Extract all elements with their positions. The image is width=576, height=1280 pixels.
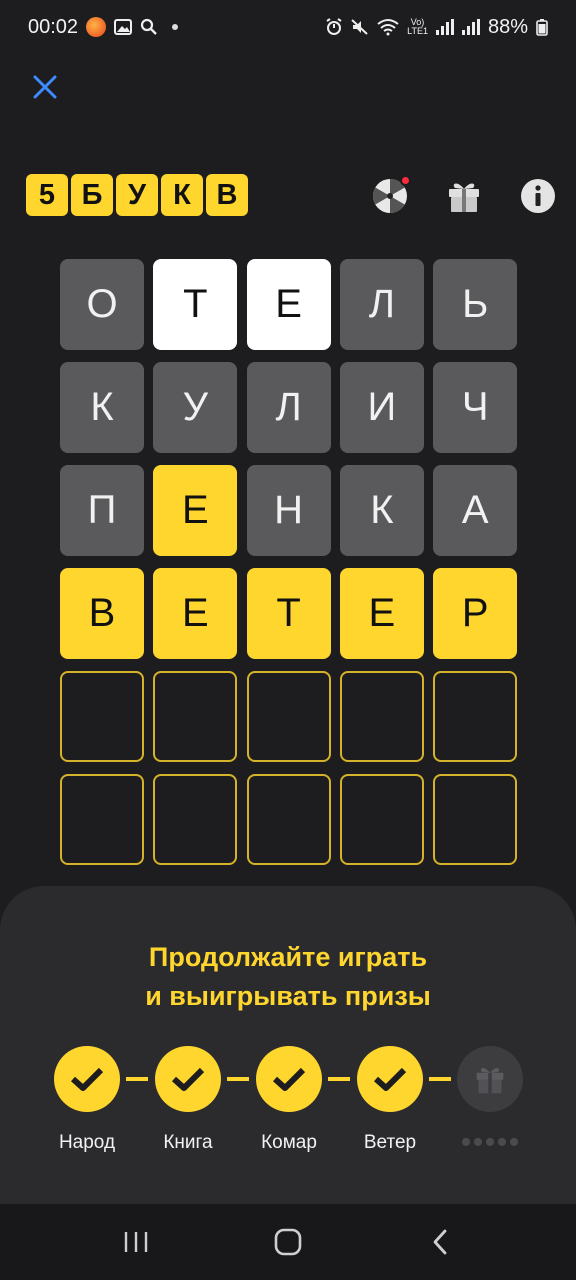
app-notification-icon <box>86 17 107 37</box>
grid-cell: О <box>60 259 144 350</box>
back-button[interactable] <box>410 1217 470 1267</box>
step-label: Ветер <box>363 1132 417 1153</box>
wheel-button[interactable] <box>370 175 411 216</box>
hidden-word-placeholder <box>462 1138 518 1146</box>
system-navigation-bar <box>0 1204 576 1280</box>
check-icon <box>70 1067 104 1091</box>
grid-cell: Е <box>153 465 238 556</box>
grid-cell: Ь <box>433 259 518 350</box>
grid-cell: А <box>433 465 518 556</box>
alarm-icon <box>325 18 343 36</box>
notification-dot <box>400 175 411 186</box>
grid-cell-empty <box>246 774 331 865</box>
progress-step-done <box>357 1046 423 1112</box>
status-bar: 00:02 Vo) LTE1 88% <box>0 0 576 54</box>
sheet-title: Продолжайте играть и выигрывать призы <box>0 938 576 1016</box>
grid-cell-empty <box>339 671 424 762</box>
grid-cell-empty <box>433 774 518 865</box>
grid-cell: Л <box>246 362 331 453</box>
logo-tile: В <box>206 174 248 216</box>
close-button[interactable] <box>30 72 60 102</box>
volte-icon: Vo) LTE1 <box>407 17 428 36</box>
progress-step-done <box>155 1046 221 1112</box>
grid-cell-empty <box>60 774 144 865</box>
grid-cell-empty <box>153 671 238 762</box>
gift-button[interactable] <box>444 176 484 216</box>
search-icon <box>140 18 158 36</box>
check-icon <box>373 1067 407 1091</box>
step-label: Книга <box>163 1132 213 1153</box>
progress-connector <box>126 1077 148 1081</box>
grid-cell-empty <box>339 774 424 865</box>
battery-percentage: 88% <box>487 15 528 38</box>
back-icon <box>433 1229 447 1255</box>
grid-cell: Н <box>246 465 331 556</box>
grid-cell: Т <box>246 568 331 659</box>
progress-step-done <box>54 1046 120 1112</box>
signal-icon <box>435 19 454 35</box>
grid-cell: К <box>60 362 144 453</box>
gallery-icon <box>114 19 133 35</box>
grid-cell: Р <box>433 568 518 659</box>
sheet-title-line: Продолжайте играть <box>148 942 428 972</box>
grid-cell: Е <box>339 568 424 659</box>
grid-cell: К <box>339 465 424 556</box>
progress-connector <box>227 1077 249 1081</box>
wifi-icon <box>377 18 399 36</box>
grid-cell: Е <box>246 259 331 350</box>
signal-2-icon <box>461 19 480 35</box>
close-icon <box>33 75 57 99</box>
game-logo: 5 Б У К В <box>26 174 248 216</box>
progress-connector <box>328 1077 350 1081</box>
clock: 00:02 <box>28 15 79 38</box>
mute-icon <box>351 18 369 36</box>
check-icon <box>272 1067 306 1091</box>
grid-cell: Е <box>153 568 238 659</box>
logo-tile: 5 <box>26 174 68 216</box>
step-label: Народ <box>58 1132 116 1153</box>
grid-cell: Ч <box>433 362 518 453</box>
word-grid: ОТЕЛЬКУЛИЧПЕНКАВЕТЕР <box>60 259 518 865</box>
header-actions <box>370 175 558 216</box>
grid-cell: Т <box>153 259 238 350</box>
logo-tile: Б <box>71 174 113 216</box>
info-icon <box>521 179 555 213</box>
progress-connector <box>429 1077 451 1081</box>
gift-icon <box>449 183 479 212</box>
home-icon <box>274 1228 302 1256</box>
check-icon <box>171 1067 205 1091</box>
grid-cell: У <box>153 362 238 453</box>
grid-cell: И <box>339 362 424 453</box>
logo-tile: У <box>116 174 158 216</box>
progress-step-done <box>256 1046 322 1112</box>
grid-cell: Л <box>339 259 424 350</box>
prize-progress: Народ Книга Комар Ветер <box>0 1046 576 1176</box>
logo-tile: К <box>161 174 203 216</box>
recent-apps-icon <box>124 1232 148 1252</box>
battery-icon <box>536 18 548 36</box>
home-button[interactable] <box>258 1217 318 1267</box>
more-notifications-icon <box>172 24 179 30</box>
grid-cell-empty <box>153 774 238 865</box>
gift-icon <box>476 1067 504 1094</box>
grid-cell: В <box>60 568 144 659</box>
info-button[interactable] <box>518 176 558 216</box>
grid-cell-empty <box>60 671 144 762</box>
grid-cell-empty <box>246 671 331 762</box>
step-label: Комар <box>261 1132 317 1153</box>
sheet-title-line: и выигрывать призы <box>145 981 431 1011</box>
grid-cell: П <box>60 465 144 556</box>
progress-step-prize[interactable] <box>457 1046 523 1112</box>
grid-cell-empty <box>433 671 518 762</box>
recent-apps-button[interactable] <box>106 1217 166 1267</box>
